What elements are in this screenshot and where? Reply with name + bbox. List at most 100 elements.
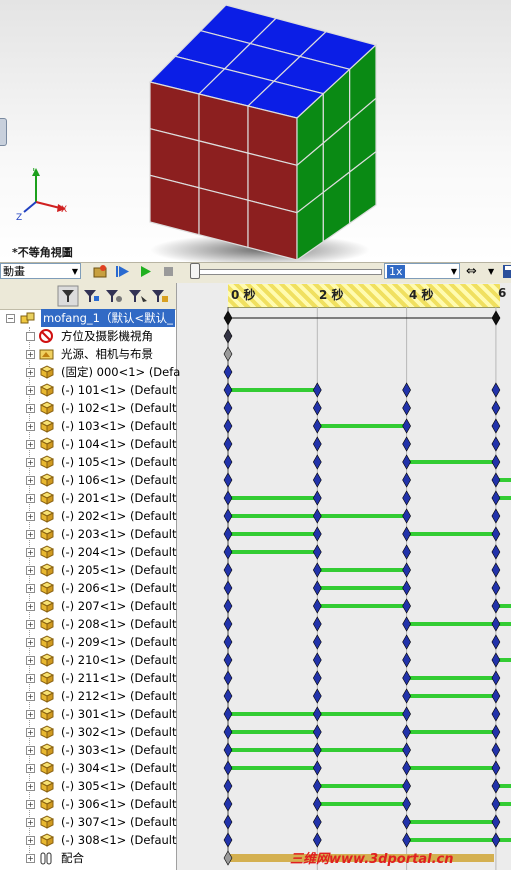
tree-row-part[interactable]: + (-) 106<1> (Default bbox=[0, 471, 176, 489]
play-icon[interactable] bbox=[138, 264, 153, 279]
study-type-select[interactable]: 動畫 ▼ bbox=[0, 263, 81, 279]
save-animation-icon[interactable] bbox=[502, 264, 511, 279]
tree-row-part[interactable]: + (-) 306<1> (Default bbox=[0, 795, 176, 813]
time-label-4: 4 秒 bbox=[409, 288, 434, 302]
part-icon bbox=[39, 617, 55, 631]
tree-row-part[interactable]: + (-) 205<1> (Default bbox=[0, 561, 176, 579]
stop-icon[interactable] bbox=[161, 264, 176, 279]
tree-row-part[interactable]: + (-) 206<1> (Default bbox=[0, 579, 176, 597]
watermark: 三维网www.3dportal.cn bbox=[290, 852, 454, 867]
expand-icon[interactable]: + bbox=[26, 530, 35, 539]
rubiks-cube-model[interactable] bbox=[0, 0, 511, 262]
tree-row-lights[interactable]: + 光源、相机与布景 bbox=[0, 345, 176, 363]
graphics-viewport[interactable]: Y X Z *不等角視圖 bbox=[0, 0, 511, 262]
expand-icon[interactable]: + bbox=[26, 566, 35, 575]
expand-icon[interactable]: + bbox=[26, 836, 35, 845]
expand-icon[interactable]: + bbox=[26, 692, 35, 701]
expand-icon[interactable]: + bbox=[26, 512, 35, 521]
expand-icon[interactable] bbox=[26, 332, 35, 341]
tree-row-label: (-) 212<1> (Default bbox=[61, 689, 177, 703]
time-label-0: 0 秒 bbox=[231, 288, 256, 302]
expand-icon[interactable]: + bbox=[26, 710, 35, 719]
expand-icon[interactable]: + bbox=[26, 674, 35, 683]
time-ruler[interactable] bbox=[228, 284, 500, 308]
expand-icon[interactable]: + bbox=[26, 548, 35, 557]
tree-row-label: (-) 104<1> (Default bbox=[61, 437, 177, 451]
tree-row-part[interactable]: + (-) 305<1> (Default bbox=[0, 777, 176, 795]
tree-row-part[interactable]: + (-) 210<1> (Default bbox=[0, 651, 176, 669]
chevron-down-icon[interactable]: ▼ bbox=[451, 264, 457, 280]
expand-icon[interactable]: + bbox=[26, 782, 35, 791]
tree-row-part[interactable]: + (-) 203<1> (Default bbox=[0, 525, 176, 543]
tree-row-part[interactable]: + (-) 103<1> (Default bbox=[0, 417, 176, 435]
expand-icon[interactable]: + bbox=[26, 728, 35, 737]
tree-row-part[interactable]: + (-) 209<1> (Default bbox=[0, 633, 176, 651]
axis-x-label: X bbox=[61, 205, 67, 215]
tree-row-fixed-part[interactable]: + (固定) 000<1> (Defa bbox=[0, 363, 180, 381]
expand-icon[interactable]: + bbox=[26, 638, 35, 647]
tree-row-part[interactable]: + (-) 102<1> (Default bbox=[0, 399, 176, 417]
timeline-slider-thumb[interactable] bbox=[190, 263, 200, 279]
playback-speed-select[interactable]: 1x ▼ bbox=[384, 263, 460, 279]
tree-row-part[interactable]: + (-) 212<1> (Default bbox=[0, 687, 176, 705]
expand-icon[interactable]: + bbox=[26, 350, 35, 359]
tree-row-part[interactable]: + (-) 204<1> (Default bbox=[0, 543, 176, 561]
expand-icon[interactable]: + bbox=[26, 476, 35, 485]
expand-icon[interactable]: + bbox=[26, 494, 35, 503]
tree-row-part[interactable]: + (-) 211<1> (Default bbox=[0, 669, 176, 687]
play-from-start-icon[interactable] bbox=[115, 264, 130, 279]
tree-row-part[interactable]: + (-) 105<1> (Default bbox=[0, 453, 176, 471]
tree-row-label: (-) 205<1> (Default bbox=[61, 563, 177, 577]
tree-row-label: (-) 206<1> (Default bbox=[61, 581, 177, 595]
calculate-icon[interactable] bbox=[93, 264, 108, 279]
chevron-down-icon[interactable]: ▼ bbox=[488, 264, 503, 279]
tree-row-mates[interactable]: + 配合 bbox=[0, 849, 176, 867]
tree-row-part[interactable]: + (-) 303<1> (Default bbox=[0, 741, 176, 759]
tree-row-root[interactable]: − mofang_1（默认<默认_ bbox=[0, 309, 176, 327]
panel-collapse-tab[interactable] bbox=[0, 118, 7, 146]
part-icon bbox=[39, 797, 55, 811]
tree-row-part[interactable]: + (-) 207<1> (Default bbox=[0, 597, 176, 615]
time-label-2: 2 秒 bbox=[319, 288, 344, 302]
tree-row-part[interactable]: + (-) 307<1> (Default bbox=[0, 813, 176, 831]
expand-icon[interactable]: + bbox=[26, 764, 35, 773]
expand-icon[interactable]: + bbox=[26, 584, 35, 593]
tree-row-part[interactable]: + (-) 301<1> (Default bbox=[0, 705, 176, 723]
lights-camera-icon bbox=[39, 347, 54, 361]
expand-icon[interactable]: + bbox=[26, 386, 35, 395]
part-icon bbox=[39, 599, 55, 613]
part-icon bbox=[39, 761, 55, 775]
expand-icon[interactable]: + bbox=[26, 854, 35, 863]
tree-row-orientation[interactable]: 方位及摄影機視角 bbox=[0, 327, 176, 345]
tree-row-part[interactable]: + (-) 302<1> (Default bbox=[0, 723, 176, 741]
expand-icon[interactable]: + bbox=[26, 458, 35, 467]
tree-row-label: (-) 202<1> (Default bbox=[61, 509, 177, 523]
timeline-panel[interactable] bbox=[176, 283, 511, 870]
tree-row-part[interactable]: + (-) 208<1> (Default bbox=[0, 615, 176, 633]
tree-row-part[interactable]: + (-) 101<1> (Default bbox=[0, 381, 176, 399]
expand-icon[interactable]: + bbox=[26, 602, 35, 611]
playback-mode-icon[interactable]: ⇔ bbox=[466, 264, 481, 279]
expand-icon[interactable]: + bbox=[26, 404, 35, 413]
tree-row-label: (固定) 000<1> (Defa bbox=[61, 365, 181, 379]
expand-icon[interactable]: + bbox=[26, 368, 35, 377]
tree-row-part[interactable]: + (-) 308<1> (Default bbox=[0, 831, 176, 849]
chevron-down-icon[interactable]: ▼ bbox=[72, 264, 78, 280]
tree-row-part[interactable]: + (-) 104<1> (Default bbox=[0, 435, 176, 453]
collapse-icon[interactable]: − bbox=[6, 314, 15, 323]
tree-row-part[interactable]: + (-) 201<1> (Default bbox=[0, 489, 176, 507]
timeline-slider-track[interactable] bbox=[190, 269, 382, 275]
tree-row-part[interactable]: + (-) 202<1> (Default bbox=[0, 507, 176, 525]
expand-icon[interactable]: + bbox=[26, 656, 35, 665]
part-icon bbox=[39, 401, 55, 415]
expand-icon[interactable]: + bbox=[26, 800, 35, 809]
expand-icon[interactable]: + bbox=[26, 440, 35, 449]
tree-row-part[interactable]: + (-) 304<1> (Default bbox=[0, 759, 176, 777]
expand-icon[interactable]: + bbox=[26, 422, 35, 431]
tree-row-label: (-) 307<1> (Default bbox=[61, 815, 177, 829]
expand-icon[interactable]: + bbox=[26, 818, 35, 827]
expand-icon[interactable]: + bbox=[26, 620, 35, 629]
tree-row-label: (-) 209<1> (Default bbox=[61, 635, 177, 649]
expand-icon[interactable]: + bbox=[26, 746, 35, 755]
mates-icon bbox=[39, 851, 54, 865]
